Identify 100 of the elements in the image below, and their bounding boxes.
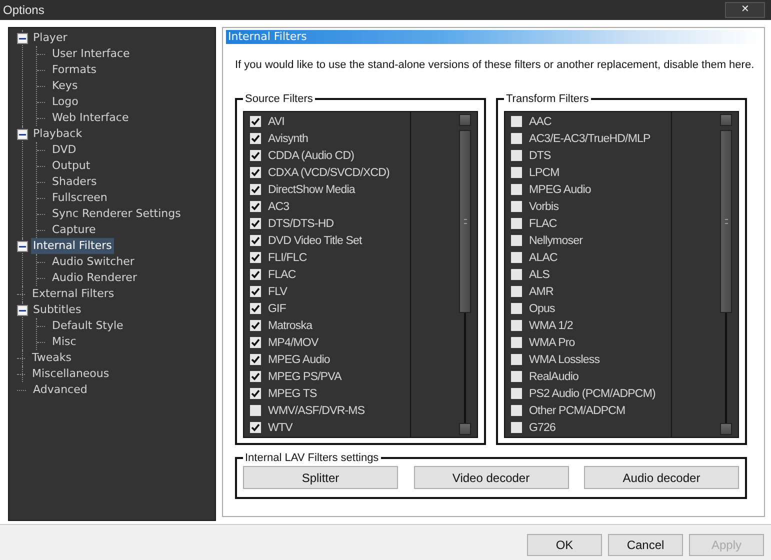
tree-item[interactable]: Playback [31,126,84,142]
filter-label: Matroska [268,320,312,332]
checkbox[interactable] [250,320,261,331]
checkbox[interactable] [250,286,261,297]
filter-label: FLV [268,286,288,298]
tree-item[interactable]: Output [50,158,92,174]
tree-item[interactable]: Subtitles [31,302,84,318]
checkbox[interactable] [511,133,522,144]
checkbox[interactable] [511,252,522,263]
window-title: Options [3,3,44,17]
checkbox[interactable] [511,286,522,297]
checkbox[interactable] [250,116,261,127]
filter-label: AMR [529,286,554,298]
tree-item[interactable]: Fullscreen [50,190,110,206]
close-button[interactable]: ✕ [725,2,765,18]
checkbox[interactable] [511,303,522,314]
checkbox[interactable] [511,320,522,331]
filter-label: ALAC [529,252,558,264]
filter-label: LPCM [529,166,560,178]
tree-item[interactable]: Internal Filters [31,238,114,254]
collapse-icon[interactable] [17,32,28,44]
tree-item[interactable]: Player [31,30,70,46]
checkbox[interactable] [511,218,522,229]
checkbox[interactable] [250,422,261,433]
checkbox[interactable] [250,167,261,178]
checkbox[interactable] [250,303,261,314]
tree-item[interactable]: External Filters [30,286,116,302]
filter-label: WTV [268,422,292,434]
tree-item[interactable]: Formats [50,62,98,78]
checkbox[interactable] [250,405,261,416]
filter-label: AC3 [268,200,290,212]
tree-item[interactable]: Audio Renderer [50,270,139,286]
tree-item[interactable]: Shaders [50,174,99,190]
checkbox[interactable] [511,269,522,280]
filter-label: DVD Video Title Set [268,234,362,246]
tree-item[interactable]: Audio Switcher [50,254,136,270]
checkbox[interactable] [511,150,522,161]
checkbox[interactable] [511,235,522,246]
collapse-icon[interactable] [17,304,28,316]
filter-label: MPEG PS/PVA [268,370,342,382]
filter-label: MPEG Audio [268,354,330,366]
tree-item[interactable]: Keys [50,78,80,94]
filter-label: PS2 Audio (PCM/ADPCM) [529,388,656,400]
tree-item[interactable]: Miscellaneous [30,366,112,382]
dialog-button[interactable]: OK [527,534,602,556]
checkbox[interactable] [250,201,261,212]
checkbox[interactable] [250,388,261,399]
tree-item[interactable]: Logo [50,94,80,110]
checkbox[interactable] [250,354,261,365]
settings-button[interactable]: Splitter [243,466,398,489]
tree-item[interactable]: Misc [50,334,78,350]
tree-item[interactable]: Capture [50,222,98,238]
collapse-icon[interactable] [17,128,28,140]
collapse-icon[interactable] [17,240,28,252]
checkbox[interactable] [511,116,522,127]
checkbox[interactable] [511,422,522,433]
filter-label: FLAC [268,268,296,280]
checkbox[interactable] [250,218,261,229]
checkbox[interactable] [250,150,261,161]
tree-item[interactable]: Web Interface [50,110,131,126]
checkbox[interactable] [511,201,522,212]
filter-label: DTS/DTS-HD [268,218,334,230]
filter-label: GIF [268,302,286,314]
filter-label: RealAudio [529,370,578,382]
checkbox[interactable] [511,371,522,382]
checkbox[interactable] [511,167,522,178]
tree-item[interactable]: User Interface [50,46,132,62]
filter-label: DTS [529,150,551,162]
checkbox[interactable] [250,371,261,382]
checkbox[interactable] [511,388,522,399]
checkbox[interactable] [250,184,261,195]
filter-label: ALS [529,268,550,280]
checkbox[interactable] [250,269,261,280]
tree-item[interactable]: Default Style [50,318,126,334]
filter-label: CDXA (VCD/SVCD/XCD) [268,166,390,178]
filter-label: FLI/FLC [268,252,307,264]
checkbox[interactable] [511,184,522,195]
tree-item[interactable]: Advanced [31,382,90,398]
dialog-button[interactable]: Cancel [608,534,683,556]
checkbox[interactable] [250,252,261,263]
checkbox[interactable] [511,354,522,365]
settings-button[interactable]: Audio decoder [584,466,739,489]
checkbox[interactable] [511,337,522,348]
group-title: Internal LAV Filters settings [244,452,380,464]
filter-label: WMA 1/2 [529,320,573,332]
tree-item[interactable]: DVD [50,142,78,158]
filter-label: DirectShow Media [268,184,355,196]
filter-label: AAC [529,116,552,128]
checkbox[interactable] [511,405,522,416]
tree-item[interactable]: Tweaks [30,350,74,366]
filter-label: Vorbis [529,200,559,212]
description-text: If you would like to use the stand-alone versions of these filters or another replacement, disable them here. [235,59,756,71]
filter-label: AC3/E-AC3/TrueHD/MLP [529,132,650,144]
filter-label: WMV/ASF/DVR-MS [268,404,365,416]
checkbox[interactable] [250,337,261,348]
settings-button[interactable]: Video decoder [414,466,568,489]
checkbox[interactable] [250,235,261,246]
checkbox[interactable] [250,133,261,144]
tree-item[interactable]: Sync Renderer Settings [50,206,183,222]
filter-label: FLAC [529,218,557,230]
